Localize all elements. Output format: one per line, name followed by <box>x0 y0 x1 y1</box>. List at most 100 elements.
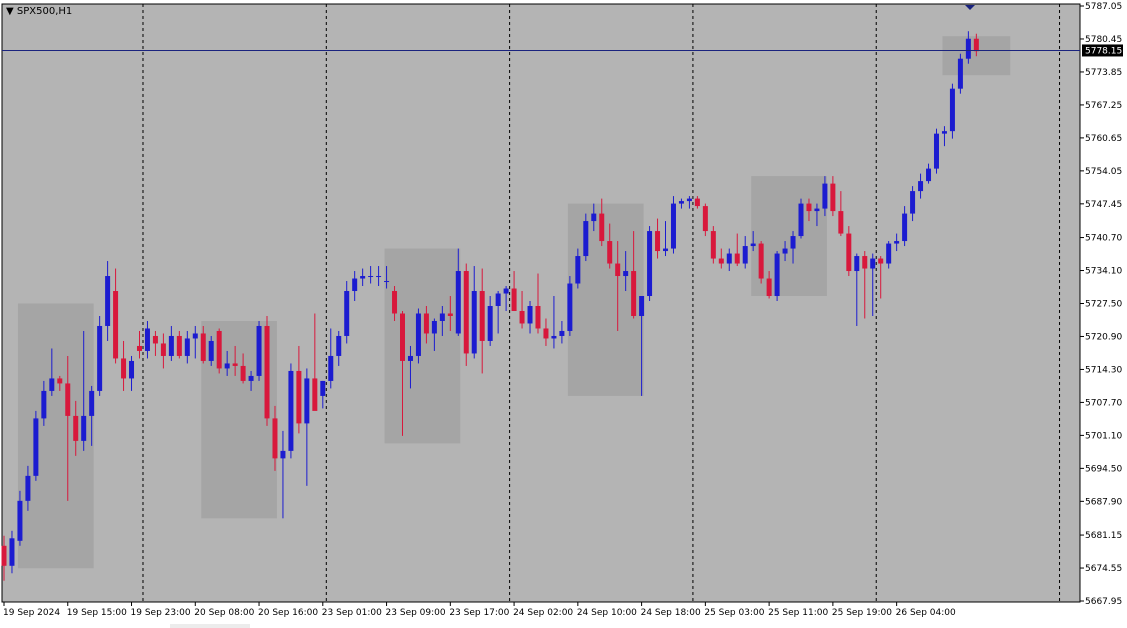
candle-body <box>615 263 621 277</box>
candle-body <box>774 253 780 297</box>
plot-background <box>1 3 1081 603</box>
y-tick-label: 5773.85 <box>1085 68 1122 78</box>
candle-body <box>663 248 669 252</box>
candle-body <box>670 203 676 249</box>
y-tick-label: 5681.15 <box>1085 531 1122 541</box>
candle-body <box>105 276 111 326</box>
candle-body <box>710 231 716 259</box>
candle-body <box>527 305 533 324</box>
candle-body <box>894 241 900 244</box>
candle-body <box>415 313 421 356</box>
candle-body <box>838 211 844 234</box>
candle-body <box>918 181 924 192</box>
candle-body <box>910 191 916 214</box>
chart-canvas[interactable]: 5787.05 5780.45 5773.85 5767.25 5760.65 5754.… <box>0 0 1127 628</box>
candle-body <box>360 276 366 279</box>
candle-body <box>559 330 565 336</box>
candle-body <box>65 383 71 416</box>
candle-body <box>655 231 661 252</box>
candle-body <box>623 271 629 277</box>
candle-body <box>647 231 653 297</box>
candle-body <box>224 363 230 369</box>
candle-body <box>168 335 174 356</box>
candle-body <box>575 256 581 284</box>
candle-body <box>280 450 286 459</box>
candle <box>216 328 222 374</box>
candle-body <box>591 213 597 222</box>
candle-body <box>344 291 350 336</box>
candle-body <box>192 333 198 339</box>
candle-body <box>121 358 127 379</box>
x-tick-label: 20 Sep 08:00 <box>194 608 254 618</box>
candle-body <box>471 291 477 354</box>
candle <box>264 315 270 426</box>
candle-body <box>304 378 310 424</box>
candle <box>957 53 963 94</box>
candle-body <box>830 183 836 212</box>
candle-body <box>392 291 398 314</box>
x-tick-label: 24 Sep 02:00 <box>513 608 573 618</box>
candle-body <box>758 243 764 279</box>
candle-body <box>328 355 334 381</box>
candle-body <box>312 378 318 411</box>
candle-body <box>678 201 684 204</box>
candle-body <box>160 343 166 356</box>
candle-body <box>152 335 158 344</box>
candle-body <box>352 278 358 292</box>
x-tick-label: 23 Sep 17:00 <box>449 608 509 618</box>
candle-body <box>376 276 382 278</box>
candle-body <box>718 258 724 264</box>
y-tick-label: 5780.45 <box>1085 35 1122 45</box>
scrollbar-thumb[interactable] <box>170 624 250 628</box>
candle-body <box>551 335 557 339</box>
candle-body <box>814 208 820 212</box>
candle-body <box>248 375 254 381</box>
candle-body <box>941 131 947 134</box>
candle-body <box>543 328 549 339</box>
candle <box>933 128 939 174</box>
candle-body <box>81 415 87 441</box>
candle-body <box>25 475 31 501</box>
candle-body <box>694 198 700 207</box>
x-tick-label: 19 Sep 15:00 <box>67 608 127 618</box>
candle-body <box>455 271 461 334</box>
candle <box>846 226 852 277</box>
candle-body <box>431 320 437 334</box>
candle-body <box>447 313 453 316</box>
candle-body <box>400 313 405 361</box>
candle-body <box>734 253 740 264</box>
current-price-label: 5778.15 <box>1085 46 1122 56</box>
candle-body <box>607 241 613 264</box>
candle-body <box>232 363 238 366</box>
candle-body <box>384 281 390 283</box>
candle-body <box>1 545 7 566</box>
candle-body <box>320 380 326 396</box>
x-tick-label: 24 Sep 18:00 <box>641 608 701 618</box>
candle-body <box>129 360 135 379</box>
triangle-down-icon[interactable]: ▼ <box>6 6 14 17</box>
candle-body <box>272 418 278 459</box>
candle-body <box>33 418 39 476</box>
candle-body <box>264 325 270 419</box>
candle-body <box>487 305 493 341</box>
candle-body <box>535 305 541 329</box>
candle-body <box>726 253 732 264</box>
candle-body <box>144 328 150 351</box>
candle <box>949 83 955 139</box>
candle-body <box>17 500 23 541</box>
candle <box>288 363 294 459</box>
candle <box>774 251 780 302</box>
candle-body <box>878 258 884 264</box>
candle-body <box>136 345 142 351</box>
y-tick-label: 5787.05 <box>1085 2 1122 12</box>
candle-body <box>702 206 708 232</box>
y-tick-label: 5734.10 <box>1085 267 1122 277</box>
candle-body <box>495 293 501 306</box>
candle-body <box>862 256 868 269</box>
x-tick-label: 25 Sep 03:00 <box>704 608 764 618</box>
candle-body <box>288 370 294 451</box>
candle-body <box>798 203 804 237</box>
y-tick-label: 5701.10 <box>1085 431 1122 441</box>
candle-body <box>686 198 692 202</box>
y-tick-label: 5767.25 <box>1085 101 1122 111</box>
